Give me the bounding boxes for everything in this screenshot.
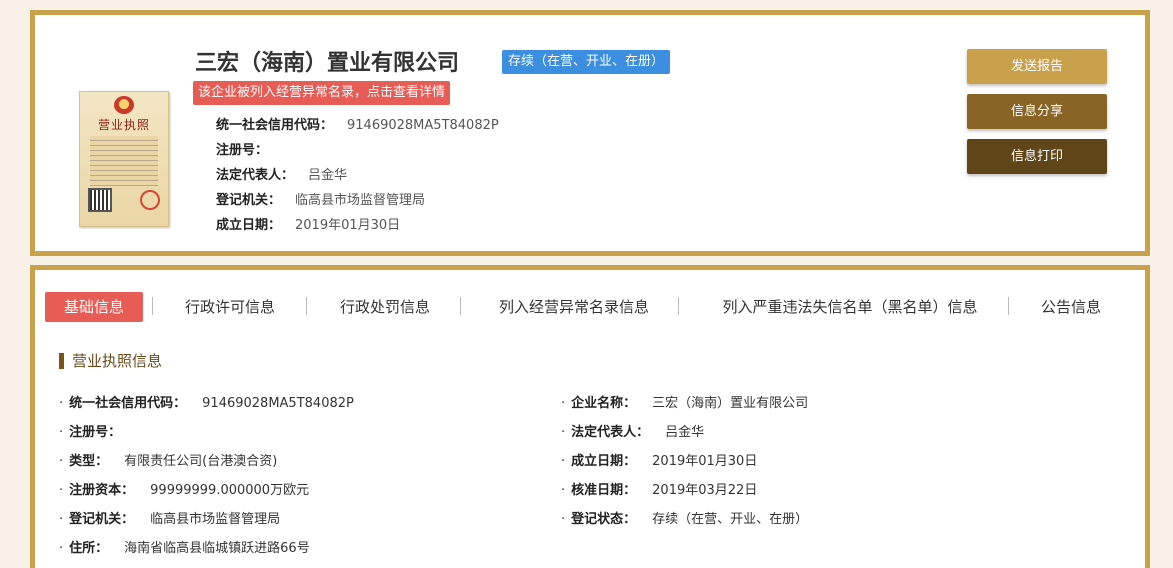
field-established-date: · 成立日期： 2019年01月30日	[561, 450, 757, 469]
bullet: ·	[59, 425, 64, 440]
field-value: 有限责任公司(台港澳合资)	[124, 454, 278, 469]
tab-divider	[1008, 297, 1009, 315]
tab-basic-info[interactable]: 基础信息	[45, 292, 143, 322]
info-label: 登记机关：	[216, 193, 282, 208]
info-tabs-bar: 基础信息 行政许可信息 行政处罚信息 列入经营异常名录信息 列入严重违法失信名单…	[30, 265, 1150, 333]
field-address: · 住所： 海南省临高县临城镇跃进路66号	[59, 537, 310, 556]
tab-admin-penalty[interactable]: 行政处罚信息	[329, 292, 441, 322]
tab-announcements[interactable]: 公告信息	[1031, 292, 1111, 322]
license-text-lines	[90, 136, 158, 186]
business-license-image[interactable]: 营业执照	[79, 91, 169, 227]
print-info-button[interactable]: 信息打印	[967, 139, 1107, 174]
field-registered-capital: · 注册资本： 99999999.000000万欧元	[59, 479, 309, 498]
tab-divider	[306, 297, 307, 315]
field-label: 住所：	[69, 541, 109, 556]
info-value: 临高县市场监督管理局	[295, 193, 426, 208]
bullet: ·	[59, 541, 64, 556]
header-established-date: 成立日期： 2019年01月30日	[216, 214, 400, 233]
license-info-section: 营业执照信息 · 统一社会信用代码： 91469028MA5T84082P · 注册号…	[30, 328, 1150, 568]
header-reg-number: 注册号：	[216, 139, 282, 158]
tab-divider	[678, 297, 679, 315]
field-label: 核准日期：	[571, 483, 637, 498]
info-label: 法定代表人：	[216, 168, 295, 183]
license-title: 营业执照	[97, 118, 150, 132]
field-value: 2019年01月30日	[652, 454, 758, 469]
company-header-card: 营业执照 三宏（海南）置业有限公司 存续（在营、开业、在册） 该企业被列入经营异…	[30, 10, 1150, 256]
field-reg-authority: · 登记机关： 临高县市场监督管理局	[59, 508, 280, 527]
field-label: 类型：	[69, 454, 109, 469]
header-credit-code: 统一社会信用代码： 91469028MA5T84082P	[216, 114, 499, 133]
info-value: 吕金华	[308, 168, 348, 183]
tab-admin-license[interactable]: 行政许可信息	[175, 292, 285, 322]
status-badge: 存续（在营、开业、在册）	[502, 50, 671, 74]
tab-divider	[152, 297, 153, 315]
field-value: 海南省临高县临城镇跃进路66号	[124, 541, 310, 556]
share-info-button[interactable]: 信息分享	[967, 94, 1107, 129]
header-reg-authority: 登记机关： 临高县市场监督管理局	[216, 189, 425, 208]
bullet: ·	[561, 512, 566, 527]
bullet: ·	[561, 396, 566, 411]
field-reg-number: · 注册号：	[59, 421, 137, 440]
field-label: 注册资本：	[69, 483, 135, 498]
company-name: 三宏（海南）置业有限公司	[195, 51, 460, 76]
field-reg-status: · 登记状态： 存续（在营、开业、在册）	[561, 508, 808, 527]
field-label: 注册号：	[69, 425, 122, 440]
info-label: 注册号：	[216, 143, 269, 158]
info-value: 2019年01月30日	[295, 218, 401, 233]
field-label: 企业名称：	[571, 396, 637, 411]
field-legal-rep: · 法定代表人： 吕金华	[561, 421, 704, 440]
seal-icon	[140, 190, 160, 210]
field-company-name: · 企业名称： 三宏（海南）置业有限公司	[561, 392, 808, 411]
bullet: ·	[59, 454, 64, 469]
bullet: ·	[561, 483, 566, 498]
bullet: ·	[59, 512, 64, 527]
tab-abnormal-list[interactable]: 列入经营异常名录信息	[483, 292, 665, 322]
field-value: 临高县市场监督管理局	[150, 512, 281, 527]
info-label: 统一社会信用代码：	[216, 118, 334, 133]
tab-divider	[460, 297, 461, 315]
abnormal-list-warning-link[interactable]: 该企业被列入经营异常名录，点击查看详情	[193, 81, 451, 105]
national-emblem-icon	[114, 96, 134, 114]
qr-code-icon	[88, 188, 112, 212]
header-legal-rep: 法定代表人： 吕金华	[216, 164, 347, 183]
field-value: 吕金华	[665, 425, 705, 440]
field-credit-code: · 统一社会信用代码： 91469028MA5T84082P	[59, 392, 354, 411]
bullet: ·	[561, 425, 566, 440]
send-report-button[interactable]: 发送报告	[967, 49, 1107, 84]
field-label: 成立日期：	[571, 454, 637, 469]
bullet: ·	[59, 483, 64, 498]
field-value: 三宏（海南）置业有限公司	[652, 396, 809, 411]
field-value: 91469028MA5T84082P	[202, 396, 354, 411]
field-label: 法定代表人：	[571, 425, 650, 440]
tab-blacklist[interactable]: 列入严重违法失信名单（黑名单）信息	[701, 292, 999, 322]
info-value: 91469028MA5T84082P	[347, 118, 499, 133]
bullet: ·	[59, 396, 64, 411]
bullet: ·	[561, 454, 566, 469]
section-title: 营业执照信息	[59, 353, 162, 369]
field-value: 99999999.000000万欧元	[150, 483, 310, 498]
field-label: 登记状态：	[571, 512, 637, 527]
field-label: 登记机关：	[69, 512, 135, 527]
field-type: · 类型： 有限责任公司(台港澳合资)	[59, 450, 277, 469]
field-approval-date: · 核准日期： 2019年03月22日	[561, 479, 757, 498]
field-value: 2019年03月22日	[652, 483, 758, 498]
info-label: 成立日期：	[216, 218, 282, 233]
field-value: 存续（在营、开业、在册）	[652, 512, 809, 527]
field-label: 统一社会信用代码：	[69, 396, 187, 411]
